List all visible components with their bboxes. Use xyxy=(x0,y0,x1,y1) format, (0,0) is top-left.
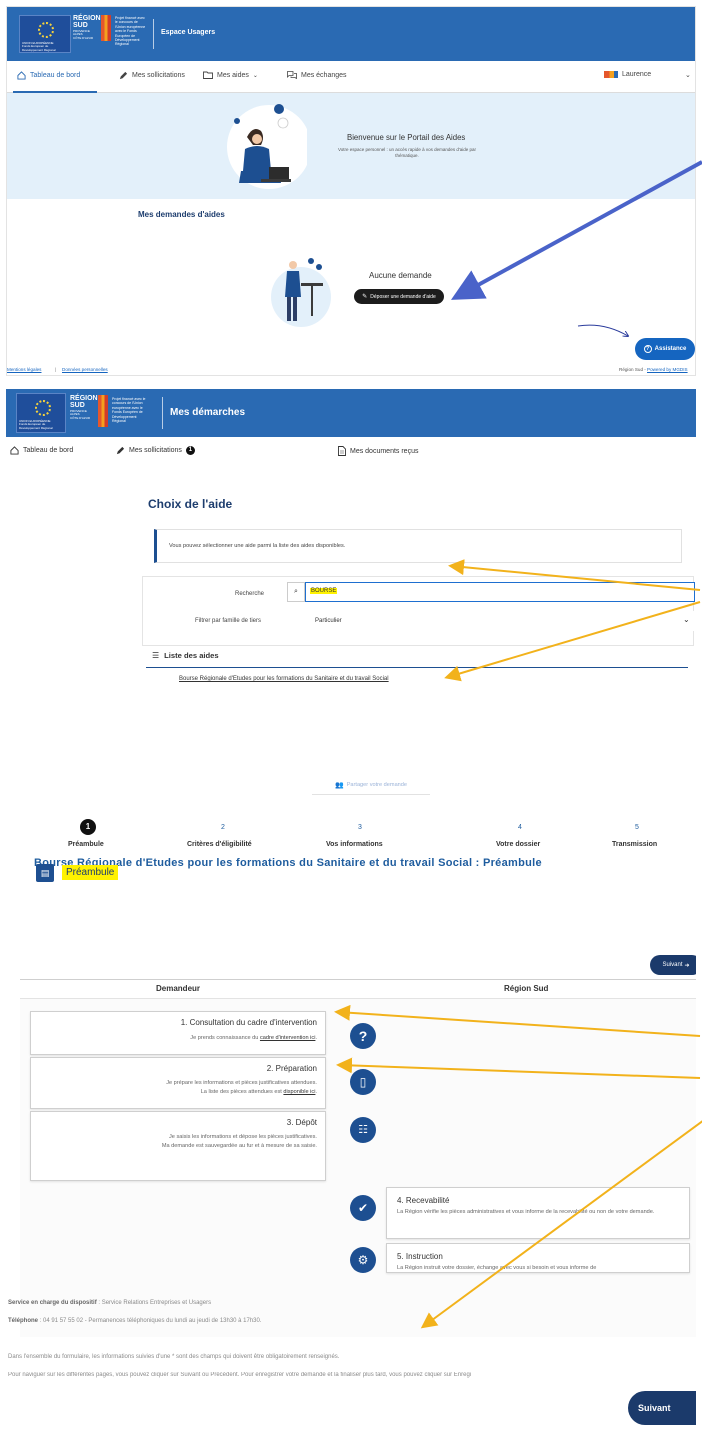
annotation-arrows xyxy=(334,160,702,1329)
orange-arrow-documents xyxy=(336,1057,701,1079)
orange-arrow-search xyxy=(448,559,701,591)
blue-arrow xyxy=(450,160,702,300)
orange-arrow-framework xyxy=(334,1004,701,1037)
assistance-pointer xyxy=(577,324,628,336)
orange-arrow-list xyxy=(444,601,701,682)
orange-arrow-service xyxy=(420,1120,702,1329)
